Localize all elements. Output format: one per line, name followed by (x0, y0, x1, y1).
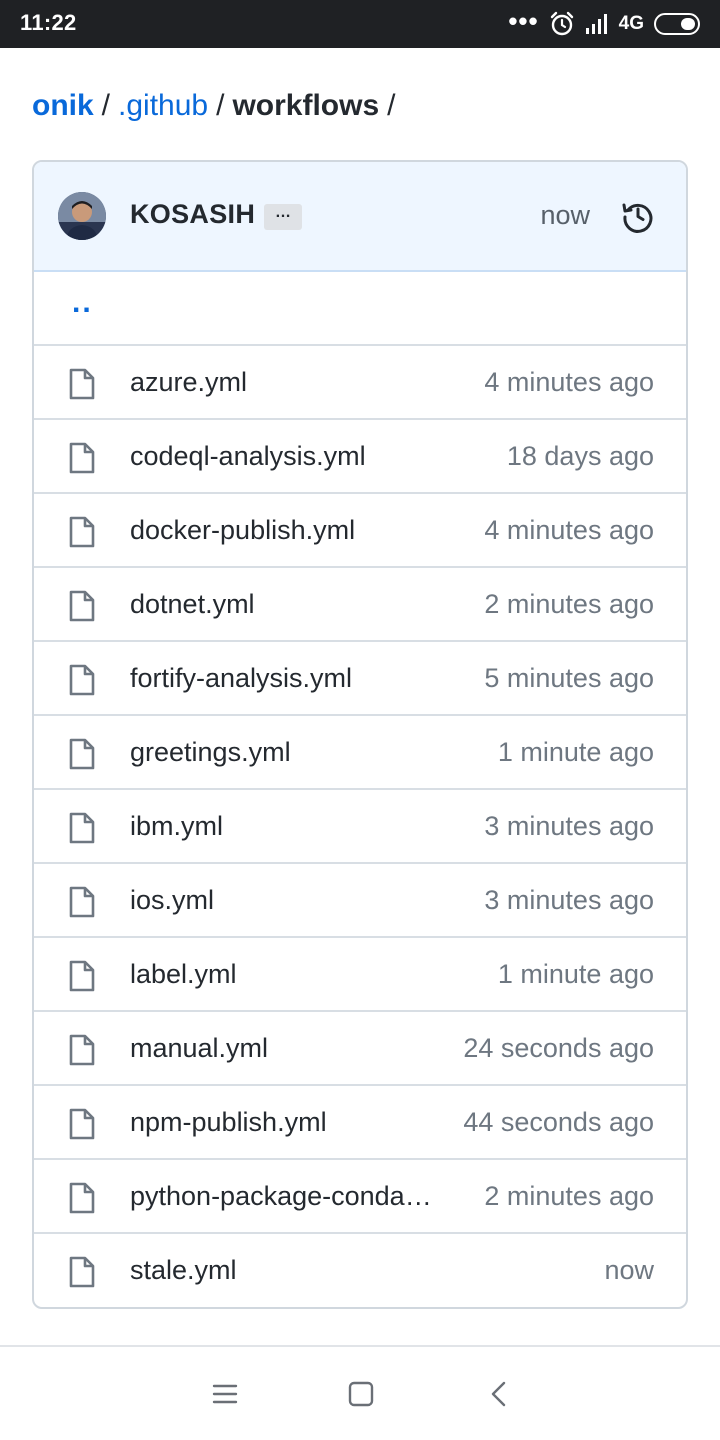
file-icon (69, 664, 95, 696)
file-icon (69, 442, 95, 474)
file-icon (69, 1256, 95, 1288)
file-last-modified: 5 minutes ago (484, 663, 654, 693)
file-last-modified: 3 minutes ago (484, 811, 654, 841)
file-row[interactable]: ios.yml 3 minutes ago (34, 862, 686, 936)
menu-icon[interactable] (210, 1379, 240, 1409)
file-last-modified: 2 minutes ago (484, 589, 654, 619)
breadcrumb-separator: / (387, 89, 396, 122)
file-row[interactable]: ibm.yml 3 minutes ago (34, 788, 686, 862)
file-row[interactable]: label.yml 1 minute ago (34, 936, 686, 1010)
file-row[interactable]: stale.yml now (34, 1232, 686, 1306)
avatar[interactable] (58, 192, 106, 240)
file-row[interactable]: greetings.yml 1 minute ago (34, 714, 686, 788)
file-last-modified: 1 minute ago (497, 737, 654, 767)
file-row[interactable]: docker-publish.yml 4 minutes ago (34, 492, 686, 566)
file-icon (69, 960, 95, 992)
file-name-link[interactable]: manual.yml (130, 1033, 268, 1064)
file-name-link[interactable]: stale.yml (130, 1255, 237, 1286)
file-list-box: KOSASIH … now .. azure.yml 4 minutes ago c… (32, 160, 688, 1309)
file-name-link[interactable]: label.yml (130, 959, 237, 990)
file-last-modified: 18 days ago (506, 441, 654, 471)
alarm-icon (550, 11, 573, 36)
file-name-link[interactable]: docker-publish.yml (130, 515, 355, 546)
file-last-modified: 1 minute ago (497, 959, 654, 989)
file-row[interactable]: manual.yml 24 seconds ago (34, 1010, 686, 1084)
file-last-modified: 4 minutes ago (484, 515, 654, 545)
file-last-modified: 3 minutes ago (484, 885, 654, 915)
parent-directory-row[interactable]: .. (34, 272, 686, 344)
file-row[interactable]: python-package-conda.yml 2 minutes ago (34, 1158, 686, 1232)
file-name-link[interactable]: greetings.yml (130, 737, 291, 768)
system-nav-bar (0, 1345, 720, 1440)
breadcrumb: onik / .github / workflows / (32, 86, 403, 126)
back-icon[interactable] (485, 1379, 515, 1409)
file-name-link[interactable]: npm-publish.yml (130, 1107, 327, 1138)
file-name-link[interactable]: python-package-conda.yml (130, 1181, 435, 1212)
file-name-link[interactable]: dotnet.yml (130, 589, 255, 620)
file-row[interactable]: npm-publish.yml 44 seconds ago (34, 1084, 686, 1158)
file-name-link[interactable]: ios.yml (130, 885, 214, 916)
parent-directory-link[interactable]: .. (72, 286, 93, 320)
breadcrumb-separator: / (216, 89, 225, 122)
commit-author[interactable]: KOSASIH (130, 199, 255, 230)
file-last-modified: 4 minutes ago (484, 367, 654, 397)
file-name-link[interactable]: ibm.yml (130, 811, 223, 842)
file-icon (69, 590, 95, 622)
expand-commit-message-button[interactable]: … (264, 204, 302, 230)
status-bar: 11:22 ••• 4G (0, 0, 720, 48)
breadcrumb-owner-link[interactable]: onik (32, 89, 94, 122)
file-row[interactable]: azure.yml 4 minutes ago (34, 344, 686, 418)
file-name-link[interactable]: fortify-analysis.yml (130, 663, 352, 694)
home-icon[interactable] (346, 1379, 376, 1409)
file-icon (69, 516, 95, 548)
file-row[interactable]: codeql-analysis.yml 18 days ago (34, 418, 686, 492)
file-icon (69, 886, 95, 918)
file-icon (69, 1108, 95, 1140)
file-icon (69, 1182, 95, 1214)
history-icon[interactable] (620, 198, 656, 234)
file-last-modified: 24 seconds ago (463, 1033, 654, 1063)
file-name-link[interactable]: codeql-analysis.yml (130, 441, 366, 472)
file-row[interactable]: dotnet.yml 2 minutes ago (34, 566, 686, 640)
more-notifications-icon: ••• (508, 6, 539, 36)
file-last-modified: now (604, 1255, 654, 1285)
status-time: 11:22 (20, 10, 77, 35)
signal-icon (585, 14, 607, 34)
commit-time: now (540, 200, 590, 230)
status-icons: ••• 4G (508, 6, 700, 38)
file-icon (69, 812, 95, 844)
file-icon (69, 738, 95, 770)
breadcrumb-folder-link[interactable]: .github (118, 89, 208, 122)
file-icon (69, 1034, 95, 1066)
latest-commit-bar: KOSASIH … now (34, 162, 686, 272)
file-row[interactable]: fortify-analysis.yml 5 minutes ago (34, 640, 686, 714)
file-name-link[interactable]: azure.yml (130, 367, 247, 398)
file-last-modified: 2 minutes ago (484, 1181, 654, 1211)
breadcrumb-current: workflows (232, 89, 380, 122)
battery-icon (654, 13, 700, 35)
breadcrumb-separator: / (101, 89, 111, 122)
file-icon (69, 368, 95, 400)
network-type: 4G (618, 13, 644, 34)
file-last-modified: 44 seconds ago (463, 1107, 654, 1137)
